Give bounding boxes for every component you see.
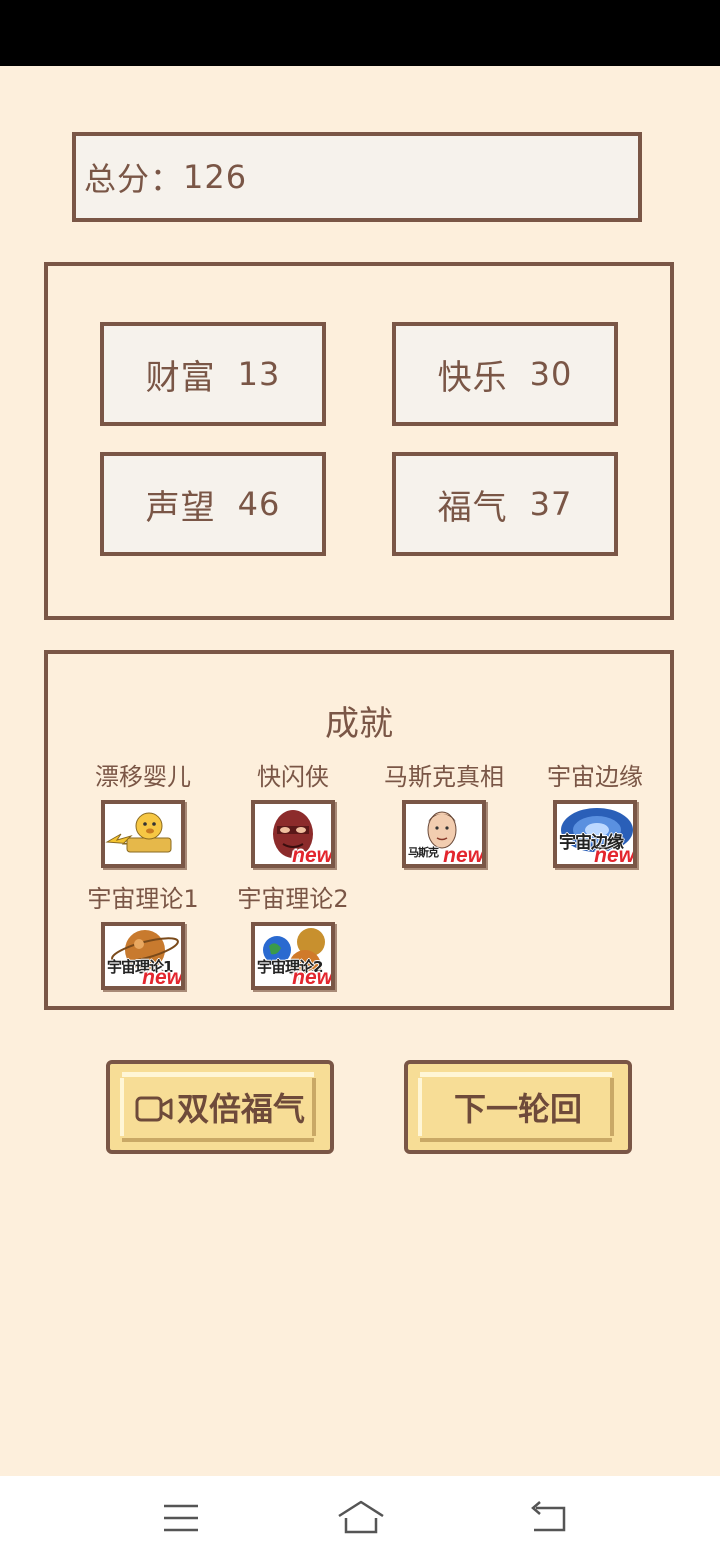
achievement-universe-edge[interactable]: 宇宙边缘 宇宙边缘 new	[520, 762, 670, 868]
new-badge: new	[142, 966, 183, 989]
universe-edge-icon: 宇宙边缘 new	[553, 800, 637, 868]
stat-wealth: 财富 13	[100, 322, 326, 426]
stat-name: 财富	[145, 357, 216, 398]
achievement-label: 宇宙理论2	[237, 885, 349, 913]
achievement-label: 马斯克真相	[384, 763, 504, 791]
status-bar	[0, 0, 720, 66]
new-badge: new	[292, 844, 333, 867]
next-round-label: 下一轮回	[453, 1090, 582, 1128]
achievement-label: 快闪侠	[257, 763, 329, 791]
drift-baby-icon	[101, 800, 185, 868]
flash-hero-icon: new	[251, 800, 335, 868]
achievement-universe-theory-2[interactable]: 宇宙理论2 宇宙理论2 new	[218, 884, 368, 990]
next-round-button[interactable]: 下一轮回	[404, 1060, 632, 1154]
planet-theory-2-icon: 宇宙理论2 new	[251, 922, 335, 990]
stat-value: 30	[529, 355, 573, 393]
video-camera-icon	[135, 1094, 173, 1124]
new-badge: new	[594, 844, 635, 867]
achievement-flash-hero[interactable]: 快闪侠 new	[218, 762, 368, 868]
new-badge: new	[443, 844, 484, 867]
system-nav-bar	[0, 1476, 720, 1560]
double-luck-label: 双倍福气	[176, 1090, 305, 1128]
stat-name: 声望	[145, 487, 216, 528]
achievement-label: 宇宙边缘	[547, 763, 643, 791]
stat-luck: 福气 37	[392, 452, 618, 556]
total-score-box: 总分： 126	[72, 132, 642, 222]
stats-panel: 财富 13 快乐 30 声望 46 福气 37	[44, 262, 674, 620]
total-score-value: 126	[183, 158, 248, 196]
achievement-drift-baby[interactable]: 漂移婴儿	[68, 762, 218, 868]
achievements-panel: 成就 漂移婴儿 快闪侠 new 马斯克真相 马斯克 new 宇宙边缘 宇宙边缘 …	[44, 650, 674, 1010]
stat-name: 福气	[437, 487, 508, 528]
achievements-title: 成就	[325, 704, 393, 744]
thumb-caption: 马斯克	[408, 846, 439, 859]
stat-value: 46	[237, 485, 281, 523]
new-badge: new	[292, 966, 333, 989]
achievement-label: 宇宙理论1	[87, 885, 199, 913]
musk-face-icon: 马斯克 new	[402, 800, 486, 868]
total-score-label: 总分：	[84, 160, 184, 198]
menu-icon[interactable]	[162, 1498, 200, 1542]
planet-theory-1-icon: 宇宙理论1 new	[101, 922, 185, 990]
stat-value: 37	[529, 485, 573, 523]
stat-prestige: 声望 46	[100, 452, 326, 556]
achievement-universe-theory-1[interactable]: 宇宙理论1 宇宙理论1 new	[68, 884, 218, 990]
back-icon[interactable]	[528, 1498, 568, 1542]
double-luck-button[interactable]: 双倍福气	[106, 1060, 334, 1154]
achievement-label: 漂移婴儿	[95, 763, 191, 791]
stat-value: 13	[237, 355, 281, 393]
home-icon[interactable]	[336, 1498, 386, 1542]
stat-name: 快乐	[437, 357, 508, 398]
stat-happiness: 快乐 30	[392, 322, 618, 426]
achievement-musk-truth[interactable]: 马斯克真相 马斯克 new	[369, 762, 519, 868]
